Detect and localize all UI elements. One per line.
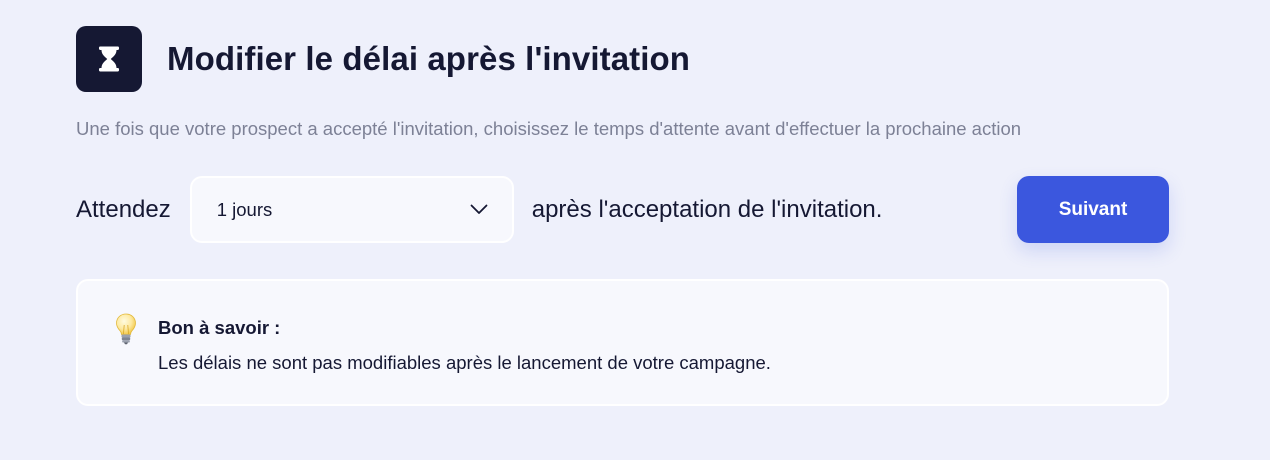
delay-select[interactable]: 1 jours — [189, 176, 514, 243]
hourglass-icon — [99, 46, 119, 72]
next-button[interactable]: Suivant — [1017, 176, 1169, 243]
page-title: Modifier le délai après l'invitation — [167, 40, 691, 77]
lightbulb-icon — [116, 313, 136, 345]
delay-select-value: 1 jours — [216, 198, 273, 220]
wait-label: Attendez — [76, 195, 171, 223]
page-subtitle: Une fois que votre prospect a accepté l'… — [76, 118, 1022, 139]
delay-row: Attendez 1 jours après l'acceptation de … — [76, 176, 882, 243]
delay-settings-page: Modifier le délai après l'invitation Une… — [0, 0, 1270, 460]
page-header: Modifier le délai après l'invitation — [76, 26, 690, 92]
after-invitation-label: après l'acceptation de l'invitation. — [531, 195, 883, 223]
chevron-down-icon — [470, 204, 488, 214]
info-title: Bon à savoir : — [158, 317, 281, 338]
info-text: Les délais ne sont pas modifiables après… — [158, 352, 771, 373]
hourglass-badge — [76, 26, 142, 92]
good-to-know-box: Bon à savoir : Les délais ne sont pas mo… — [76, 279, 1169, 406]
